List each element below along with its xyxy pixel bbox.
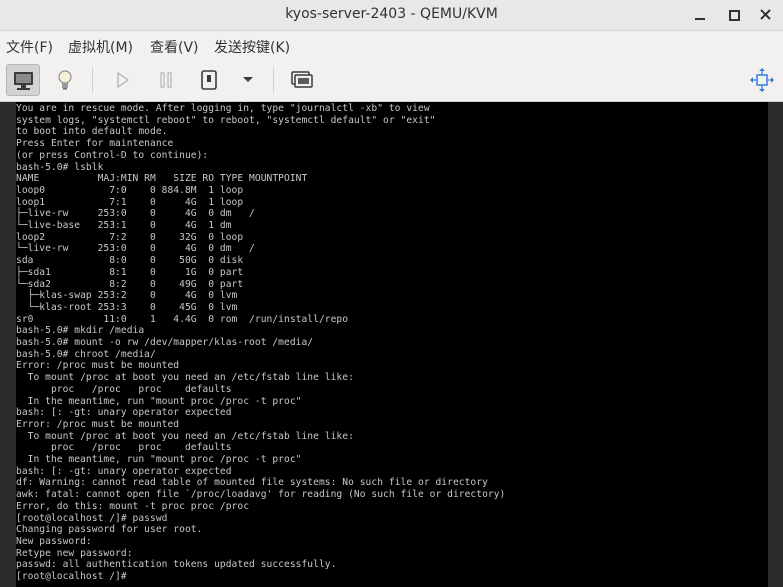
terminal-line: bash-5.0# lsblk xyxy=(16,161,104,173)
menu-virtual-machine[interactable]: 虚拟机(M) xyxy=(68,37,133,57)
terminal-line: bash-5.0# mkdir /media xyxy=(16,325,145,337)
power-icon xyxy=(201,70,217,90)
console-area[interactable]: You are in rescue mode. After logging in… xyxy=(0,102,783,587)
lightbulb-icon xyxy=(58,70,72,90)
terminal-line: passwd: all authentication tokens update… xyxy=(16,559,337,571)
maximize-button[interactable] xyxy=(724,6,744,24)
window-title: kyos-server-2403 - QEMU/KVM xyxy=(285,6,498,22)
terminal-line: bash-5.0# chroot /media/ xyxy=(16,348,156,360)
terminal-line: sda 8:0 0 50G 0 disk xyxy=(16,255,244,267)
terminal-line: sr0 11:0 1 4.4G 0 rom /run/install/repo xyxy=(16,313,349,325)
terminal-line: New password: xyxy=(16,535,92,547)
close-icon xyxy=(760,9,771,20)
terminal-line: In the meantime, run "mount proc /proc -… xyxy=(16,454,302,465)
terminal-line: proc /proc proc defaults xyxy=(16,442,232,454)
terminal-line: [root@localhost /]# passwd xyxy=(16,512,168,524)
menu-view[interactable]: 查看(V) xyxy=(150,37,199,57)
terminal-line: ├─live-rw 253:0 0 4G 0 dm / xyxy=(16,208,255,220)
terminal-line: Press Enter for maintenance xyxy=(16,138,174,150)
terminal-line: system logs, "systemctl reboot" to reboo… xyxy=(16,114,436,126)
play-icon xyxy=(117,71,130,89)
terminal-line: In the meantime, run "mount proc /proc -… xyxy=(16,395,302,407)
menu-send-key[interactable]: 发送按键(K) xyxy=(214,37,290,57)
terminal-line: NAME MAJ:MIN RM SIZE RO TYPE MOUNTPOINT xyxy=(16,173,308,185)
terminal-line: Changing password for user root. xyxy=(16,524,203,536)
console-view-button[interactable] xyxy=(6,64,40,96)
terminal-line: Error: /proc must be mounted xyxy=(16,360,180,372)
maximize-icon xyxy=(729,10,740,21)
details-view-button[interactable] xyxy=(48,64,82,96)
menu-file[interactable]: 文件(F) xyxy=(6,37,53,57)
minimize-icon xyxy=(695,18,705,20)
terminal-line: └─klas-root 253:3 0 45G 0 lvm xyxy=(16,301,238,313)
snapshots-button[interactable] xyxy=(285,64,319,96)
title-bar: kyos-server-2403 - QEMU/KVM xyxy=(0,0,783,31)
terminal-line: └─sda2 8:2 0 49G 0 part xyxy=(16,278,244,290)
run-button[interactable] xyxy=(106,64,140,96)
terminal-line: bash-5.0# mount -o rw /dev/mapper/klas-r… xyxy=(16,337,314,348)
minimize-button[interactable] xyxy=(690,6,710,24)
terminal-line: ├─sda1 8:1 0 1G 0 part xyxy=(16,266,244,278)
terminal-line: to boot into default mode. xyxy=(16,126,168,138)
pause-button[interactable] xyxy=(149,64,183,96)
terminal-line: Error: /proc must be mounted xyxy=(16,418,180,430)
chevron-down-icon xyxy=(243,77,253,82)
terminal-line: Error, do this: mount -t proc proc /proc xyxy=(16,500,250,512)
terminal-line: You are in rescue mode. After logging in… xyxy=(16,103,430,114)
menu-bar: 文件(F) 虚拟机(M) 查看(V) 发送按键(K) xyxy=(0,31,783,59)
terminal-line: Retype new password: xyxy=(16,547,133,559)
pause-icon xyxy=(160,72,172,88)
terminal-line: └─live-base 253:1 0 4G 1 dm xyxy=(16,220,232,231)
toolbar xyxy=(0,59,783,102)
snapshot-icon xyxy=(291,71,313,88)
terminal-line: loop0 7:0 0 884.8M 1 loop xyxy=(16,184,244,196)
shutdown-menu-button[interactable] xyxy=(231,64,265,96)
terminal-line: To mount /proc at boot you need an /etc/… xyxy=(16,430,354,442)
terminal-line: df: Warning: cannot read table of mounte… xyxy=(16,477,488,489)
terminal-line: To mount /proc at boot you need an /etc/… xyxy=(16,372,354,384)
toolbar-separator xyxy=(92,67,93,93)
terminal-line: bash: [: -gt: unary operator expected xyxy=(16,465,232,477)
monitor-icon xyxy=(14,72,33,90)
vm-console-window: kyos-server-2403 - QEMU/KVM 文件(F) 虚拟机(M)… xyxy=(0,0,783,587)
terminal-line: bash: [: -gt: unary operator expected xyxy=(16,407,232,419)
terminal-line: loop1 7:1 0 4G 1 loop xyxy=(16,196,244,208)
terminal-line: └─live-rw 253:0 0 4G 0 dm / xyxy=(16,243,255,255)
terminal-line: ├─klas-swap 253:2 0 4G 0 lvm xyxy=(16,290,238,302)
terminal-line: [root@localhost /]# xyxy=(16,571,133,582)
shutdown-button[interactable] xyxy=(192,64,226,96)
fullscreen-button[interactable] xyxy=(745,64,779,96)
toolbar-separator xyxy=(273,67,274,93)
resize-icon xyxy=(750,68,774,92)
terminal-line: loop2 7:2 0 32G 0 loop xyxy=(16,231,244,243)
terminal-line: proc /proc proc defaults xyxy=(16,383,232,395)
terminal-line: (or press Control-D to continue): xyxy=(16,149,209,161)
terminal-line: awk: fatal: cannot open file `/proc/load… xyxy=(16,489,506,501)
close-button[interactable] xyxy=(756,6,776,24)
